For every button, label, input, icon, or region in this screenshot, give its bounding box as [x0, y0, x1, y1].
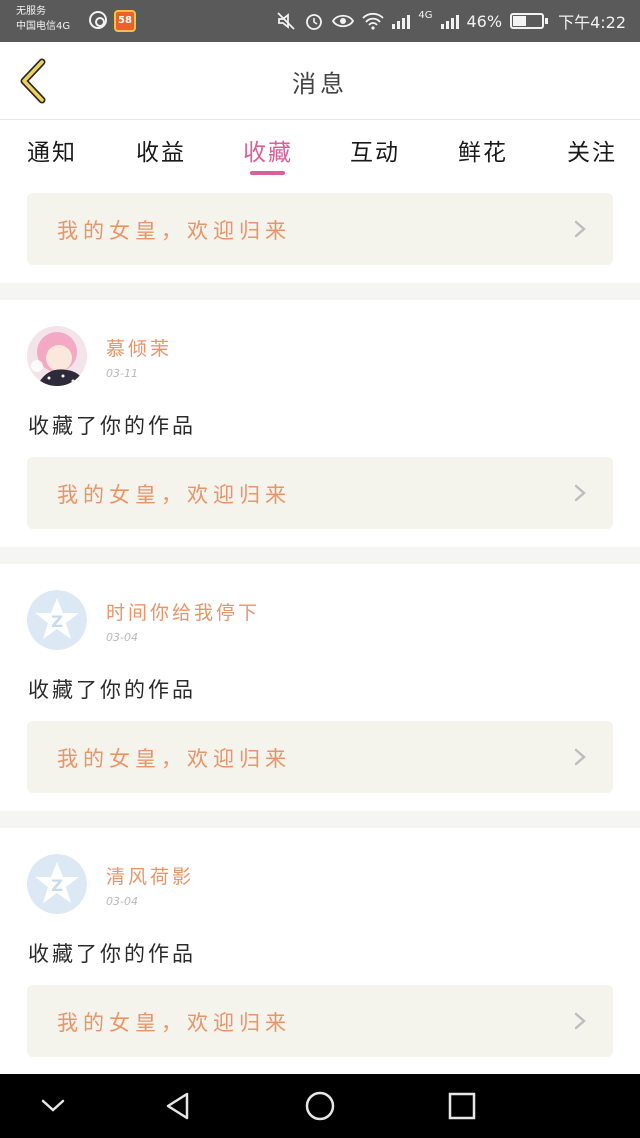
- welcome-banner[interactable]: 我的女皇，欢迎归来: [27, 457, 613, 529]
- carrier-line1: 无服务: [16, 6, 46, 17]
- carrier-info: 无服务 中国电信4G: [16, 4, 70, 34]
- message-action: 收藏了你的作品: [28, 678, 196, 702]
- signal-icon: [392, 13, 411, 29]
- battery-percent: 46%: [466, 11, 503, 31]
- message-date: 03-11: [106, 367, 138, 380]
- welcome-banner[interactable]: 我的女皇，欢迎归来: [27, 721, 613, 793]
- tab-earnings[interactable]: 收益: [136, 133, 186, 167]
- tab-follow[interactable]: 关注: [567, 133, 617, 167]
- chevron-down-icon[interactable]: [35, 1088, 71, 1124]
- eye-icon: [332, 14, 355, 28]
- app-badge-icon: 58: [114, 10, 136, 32]
- home-circle-icon[interactable]: [302, 1088, 338, 1124]
- message-date: 03-04: [106, 631, 138, 644]
- tab-bar: 通知 收益 收藏 互动 鲜花 关注: [0, 121, 640, 181]
- chevron-right-icon: [574, 484, 586, 502]
- divider: [0, 811, 640, 828]
- avatar[interactable]: [27, 326, 87, 386]
- avatar[interactable]: Z: [27, 854, 87, 914]
- back-triangle-icon[interactable]: [160, 1088, 196, 1124]
- welcome-banner[interactable]: 我的女皇，欢迎归来: [27, 193, 613, 265]
- active-tab-indicator: [250, 171, 285, 175]
- status-icons: 4G 46% 下午4:22: [276, 0, 626, 42]
- wifi-icon: [362, 12, 385, 30]
- banner-text: 我的女皇，欢迎归来: [57, 483, 291, 507]
- avatar[interactable]: Z: [27, 590, 87, 650]
- tab-favorites[interactable]: 收藏: [243, 133, 293, 167]
- banner-text: 我的女皇，欢迎归来: [57, 219, 291, 243]
- carrier-line2: 中国电信4G: [16, 21, 71, 32]
- weibo-icon: [89, 11, 107, 29]
- mute-icon: [277, 12, 296, 30]
- signal-icon-2: [440, 13, 459, 29]
- tab-interaction[interactable]: 互动: [350, 133, 400, 167]
- anime-avatar-icon: [27, 326, 87, 386]
- default-avatar-icon: Z: [27, 590, 87, 650]
- welcome-banner[interactable]: 我的女皇，欢迎归来: [27, 985, 613, 1057]
- svg-text:Z: Z: [51, 612, 63, 631]
- message-action: 收藏了你的作品: [28, 942, 196, 966]
- divider: [0, 283, 640, 300]
- alarm-icon: [306, 14, 323, 30]
- chevron-right-icon: [574, 1012, 586, 1030]
- clock: 下午4:22: [558, 13, 626, 32]
- message-date: 03-04: [106, 895, 138, 908]
- message-action: 收藏了你的作品: [28, 414, 196, 438]
- network-type: 4G: [418, 10, 433, 21]
- banner-text: 我的女皇，欢迎归来: [57, 747, 291, 771]
- recents-square-icon[interactable]: [444, 1088, 480, 1124]
- username[interactable]: 时间你给我停下: [106, 598, 260, 625]
- chevron-right-icon: [574, 748, 586, 766]
- tab-notice[interactable]: 通知: [27, 133, 77, 167]
- tab-flowers[interactable]: 鲜花: [458, 133, 508, 167]
- default-avatar-icon: Z: [27, 854, 87, 914]
- battery-icon: [510, 13, 549, 29]
- chevron-right-icon: [574, 220, 586, 238]
- banner-text: 我的女皇，欢迎归来: [57, 1011, 291, 1035]
- username[interactable]: 清风荷影: [106, 862, 194, 889]
- username[interactable]: 慕倾茉: [106, 334, 172, 361]
- divider: [0, 547, 640, 564]
- svg-text:Z: Z: [51, 876, 63, 895]
- status-bar: 无服务 中国电信4G 58 4G 46% 下午4:22: [0, 0, 640, 42]
- title-bar: 消息: [0, 42, 640, 120]
- system-nav-bar: [0, 1074, 640, 1138]
- page-title: 消息: [292, 70, 348, 98]
